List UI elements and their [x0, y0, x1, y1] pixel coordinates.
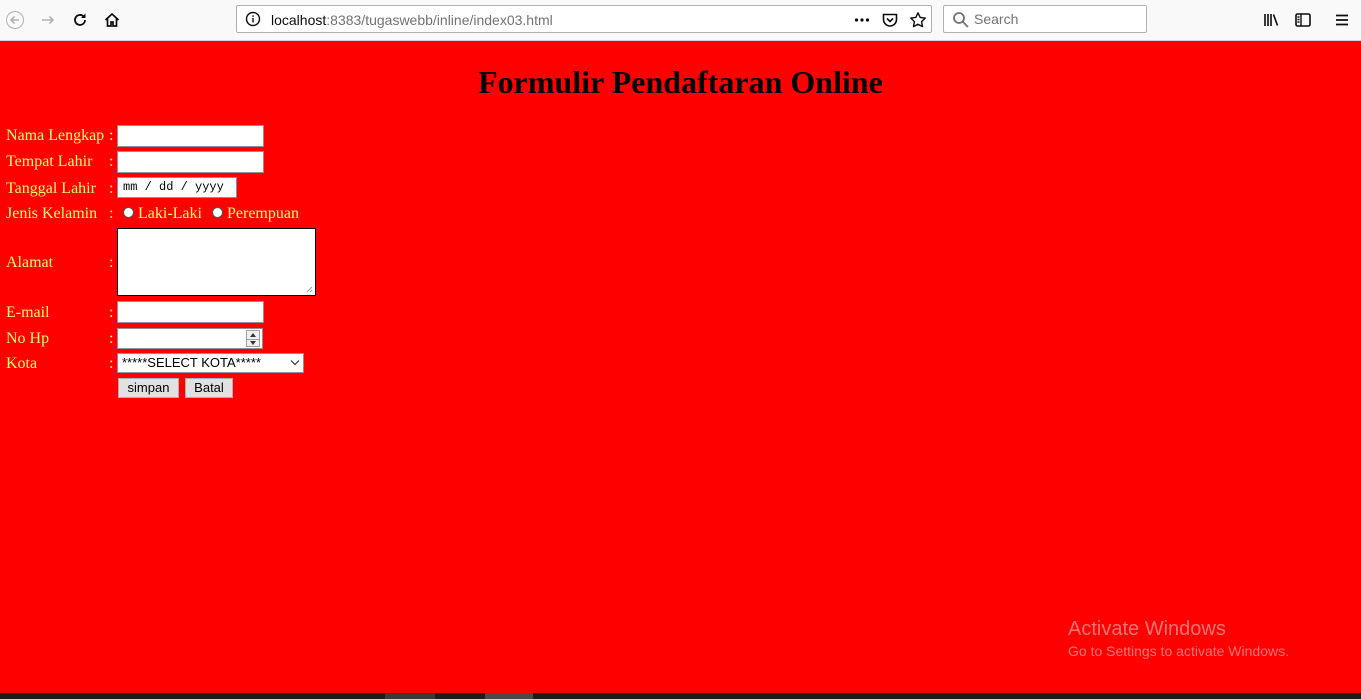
nama-lengkap-label: Nama Lengkap [6, 127, 105, 144]
kota-label: Kota [6, 355, 38, 372]
chevron-down-icon [290, 360, 300, 366]
no-hp-input[interactable] [117, 328, 263, 349]
number-spinner[interactable] [246, 330, 260, 347]
home-icon [104, 12, 120, 27]
jenis-kelamin-label: Jenis Kelamin [6, 205, 98, 222]
alamat-label: Alamat [6, 254, 54, 271]
page-title: Formulir Pendaftaran Online [478, 64, 883, 100]
colon: : [109, 180, 114, 197]
library-icon [1264, 14, 1279, 26]
colon: : [109, 254, 114, 271]
caret-up-icon [250, 333, 256, 337]
colon: : [109, 127, 114, 144]
search-input[interactable] [974, 9, 1139, 29]
kota-selected-value: *****SELECT KOTA***** [122, 355, 261, 370]
nama-lengkap-input[interactable] [117, 125, 264, 147]
activate-windows-title: Activate Windows [1068, 618, 1226, 640]
colon: : [109, 205, 114, 222]
reload-button[interactable] [67, 7, 93, 33]
search-bar[interactable] [943, 5, 1147, 33]
forward-button[interactable] [35, 7, 61, 33]
url-host: localhost [271, 12, 327, 28]
bookmark-button[interactable] [909, 11, 927, 29]
email-label: E-mail [6, 304, 50, 321]
radio-perempuan[interactable] [212, 207, 223, 218]
pocket-icon [882, 13, 898, 27]
menu-icon [1336, 14, 1348, 26]
url-text[interactable]: localhost:8383/tugaswebb/inline/index03.… [271, 12, 553, 28]
no-hp-label: No Hp [6, 330, 50, 347]
sidebar-icon [1295, 13, 1311, 27]
reload-icon [74, 13, 86, 26]
taskbar-edge [0, 693, 1361, 699]
more-icon [854, 18, 870, 22]
spin-down-button[interactable] [247, 339, 259, 347]
home-button[interactable] [99, 7, 125, 33]
batal-button[interactable]: Batal [185, 378, 233, 398]
caret-down-icon [250, 341, 256, 345]
colon: : [109, 153, 114, 170]
info-icon[interactable] [245, 11, 261, 27]
back-icon [6, 11, 24, 29]
more-actions-button[interactable] [853, 11, 871, 29]
sidebar-button[interactable] [1290, 7, 1316, 33]
radio-perempuan-label: Perempuan [227, 205, 299, 222]
forward-icon [42, 15, 55, 25]
tempat-lahir-input[interactable] [117, 151, 264, 173]
bookmark-star-icon [910, 12, 926, 28]
taskbar-item[interactable] [385, 693, 435, 699]
alamat-textarea[interactable] [117, 228, 316, 296]
search-icon [953, 12, 969, 28]
taskbar-item[interactable] [485, 693, 533, 699]
menu-button[interactable] [1329, 7, 1355, 33]
colon: : [109, 330, 114, 347]
browser-toolbar: localhost:8383/tugaswebb/inline/index03.… [0, 0, 1361, 41]
kota-select[interactable]: *****SELECT KOTA***** [117, 353, 304, 373]
colon: : [109, 355, 114, 372]
radio-laki-laki[interactable] [123, 207, 134, 218]
back-button[interactable] [2, 7, 28, 33]
tanggal-lahir-input[interactable]: mm / dd / yyyy [117, 177, 237, 198]
url-bar[interactable]: localhost:8383/tugaswebb/inline/index03.… [236, 5, 932, 33]
colon: : [109, 304, 114, 321]
url-path: :8383/tugaswebb/inline/index03.html [326, 12, 553, 28]
simpan-button[interactable]: simpan [118, 378, 179, 398]
resize-grip-icon[interactable] [305, 285, 313, 293]
activate-windows-subtitle: Go to Settings to activate Windows. [1068, 643, 1289, 659]
email-input[interactable] [117, 301, 264, 323]
pocket-button[interactable] [881, 11, 899, 29]
tempat-lahir-label: Tempat Lahir [6, 153, 93, 170]
radio-laki-laki-label: Laki-Laki [138, 205, 202, 222]
tanggal-lahir-label: Tanggal Lahir [6, 180, 96, 197]
library-button[interactable] [1258, 7, 1284, 33]
